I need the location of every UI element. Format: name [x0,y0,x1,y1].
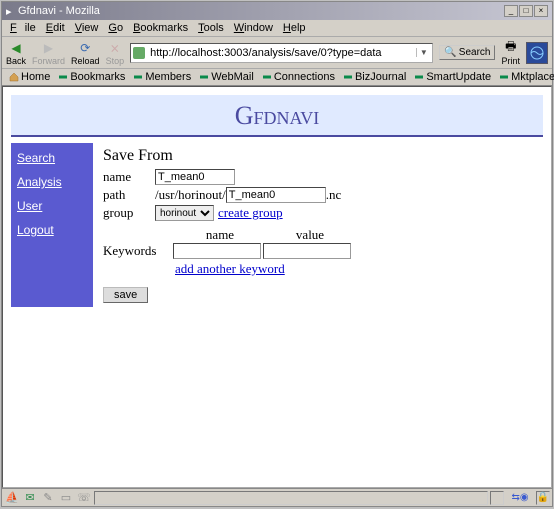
minimize-button[interactable]: _ [504,5,518,17]
link-members[interactable]: Members [130,71,194,83]
path-label: path [103,187,155,203]
security-icon[interactable]: 🔒 [536,491,550,505]
link-icon [499,72,509,82]
toolbar: ◀ Back ▶ Forward ⟳ Reload ⨯ Stop ▼ 🔍 Sea… [2,37,552,69]
address-icon[interactable]: ▭ [58,491,74,505]
path-input[interactable] [226,187,326,203]
link-icon [414,72,424,82]
url-bar[interactable]: ▼ [130,43,433,63]
reload-icon: ⟳ [77,40,93,56]
statusbar: ⛵ ✉ ✎ ▭ ☏ ⇆◉ 🔒 [2,488,552,506]
titlebar: ▸ Gfdnavi - Mozilla _ □ × [2,2,552,20]
name-label: name [103,169,155,185]
path-prefix: /usr/horinout/ [155,187,226,203]
back-icon: ◀ [8,40,24,56]
menu-file[interactable]: File [6,21,40,35]
menu-window[interactable]: Window [230,21,277,35]
menu-bookmarks[interactable]: Bookmarks [129,21,192,35]
app-icon: ▸ [6,5,18,18]
url-dropdown-icon[interactable]: ▼ [416,48,430,57]
menu-tools[interactable]: Tools [194,21,228,35]
menu-view[interactable]: View [71,21,103,35]
kw-value-header: value [265,227,355,243]
reload-button[interactable]: ⟳ Reload [71,40,100,66]
viewport: Gfdnavi Search Analysis User Logout Save… [2,86,552,488]
link-icon [343,72,353,82]
kw-name-header: name [175,227,265,243]
link-icon [262,72,272,82]
keyword-value-input[interactable] [263,243,351,259]
create-group-link[interactable]: create group [218,205,283,221]
window-title: Gfdnavi - Mozilla [18,5,503,17]
throbber-icon [526,42,548,64]
form-heading: Save From [103,147,533,165]
link-bizjournal[interactable]: BizJournal [340,71,409,83]
keywords-label: Keywords [103,243,173,259]
personal-toolbar: Home Bookmarks Members WebMail Connectio… [2,69,552,86]
offline-icon[interactable] [490,491,504,505]
menubar: File Edit View Go Bookmarks Tools Window… [2,20,552,37]
sidebar-item-user[interactable]: User [17,199,87,213]
composer-icon[interactable]: ✎ [40,491,56,505]
stop-button[interactable]: ⨯ Stop [106,40,125,66]
sidebar-item-logout[interactable]: Logout [17,223,87,237]
link-webmail[interactable]: WebMail [196,71,257,83]
menu-edit[interactable]: Edit [42,21,69,35]
print-icon: 🖶 [503,40,519,56]
url-input[interactable] [148,46,416,60]
keyword-name-input[interactable] [173,243,261,259]
path-suffix: .nc [326,187,342,203]
link-home[interactable]: Home [6,71,53,83]
stop-icon: ⨯ [107,40,123,56]
page-banner: Gfdnavi [11,95,543,137]
link-icon [133,72,143,82]
mail-icon[interactable]: ✉ [22,491,38,505]
brand-title: Gfdnavi [11,101,543,131]
sidebar: Search Analysis User Logout [11,143,93,307]
status-message [94,491,488,505]
home-icon [9,72,19,82]
connection-icon[interactable]: ⇆◉ [506,491,534,505]
add-keyword-link[interactable]: add another keyword [175,261,285,277]
sidebar-item-analysis[interactable]: Analysis [17,175,87,189]
search-icon: 🔍 [444,47,456,58]
irc-icon[interactable]: ☏ [76,491,92,505]
sidebar-item-search[interactable]: Search [17,151,87,165]
navigator-icon[interactable]: ⛵ [4,491,20,505]
name-input[interactable] [155,169,235,185]
group-select[interactable]: horinout [155,205,214,221]
menu-help[interactable]: Help [279,21,310,35]
close-button[interactable]: × [534,5,548,17]
save-button[interactable]: save [103,287,148,303]
link-mktplace[interactable]: Mktplace [496,71,554,83]
menu-go[interactable]: Go [104,21,127,35]
maximize-button[interactable]: □ [519,5,533,17]
main-panel: Save From name path /usr/horinout/ .nc g… [93,143,543,307]
link-icon [199,72,209,82]
link-connections[interactable]: Connections [259,71,338,83]
back-button[interactable]: ◀ Back [6,40,26,66]
forward-icon: ▶ [41,40,57,56]
group-label: group [103,205,155,221]
forward-button[interactable]: ▶ Forward [32,40,65,66]
bookmark-page-icon[interactable] [133,47,145,59]
search-button[interactable]: 🔍 Search [439,45,495,60]
bookmark-icon [58,72,68,82]
link-bookmarks[interactable]: Bookmarks [55,71,128,83]
print-button[interactable]: 🖶 Print [501,40,520,66]
link-smartupdate[interactable]: SmartUpdate [411,71,494,83]
